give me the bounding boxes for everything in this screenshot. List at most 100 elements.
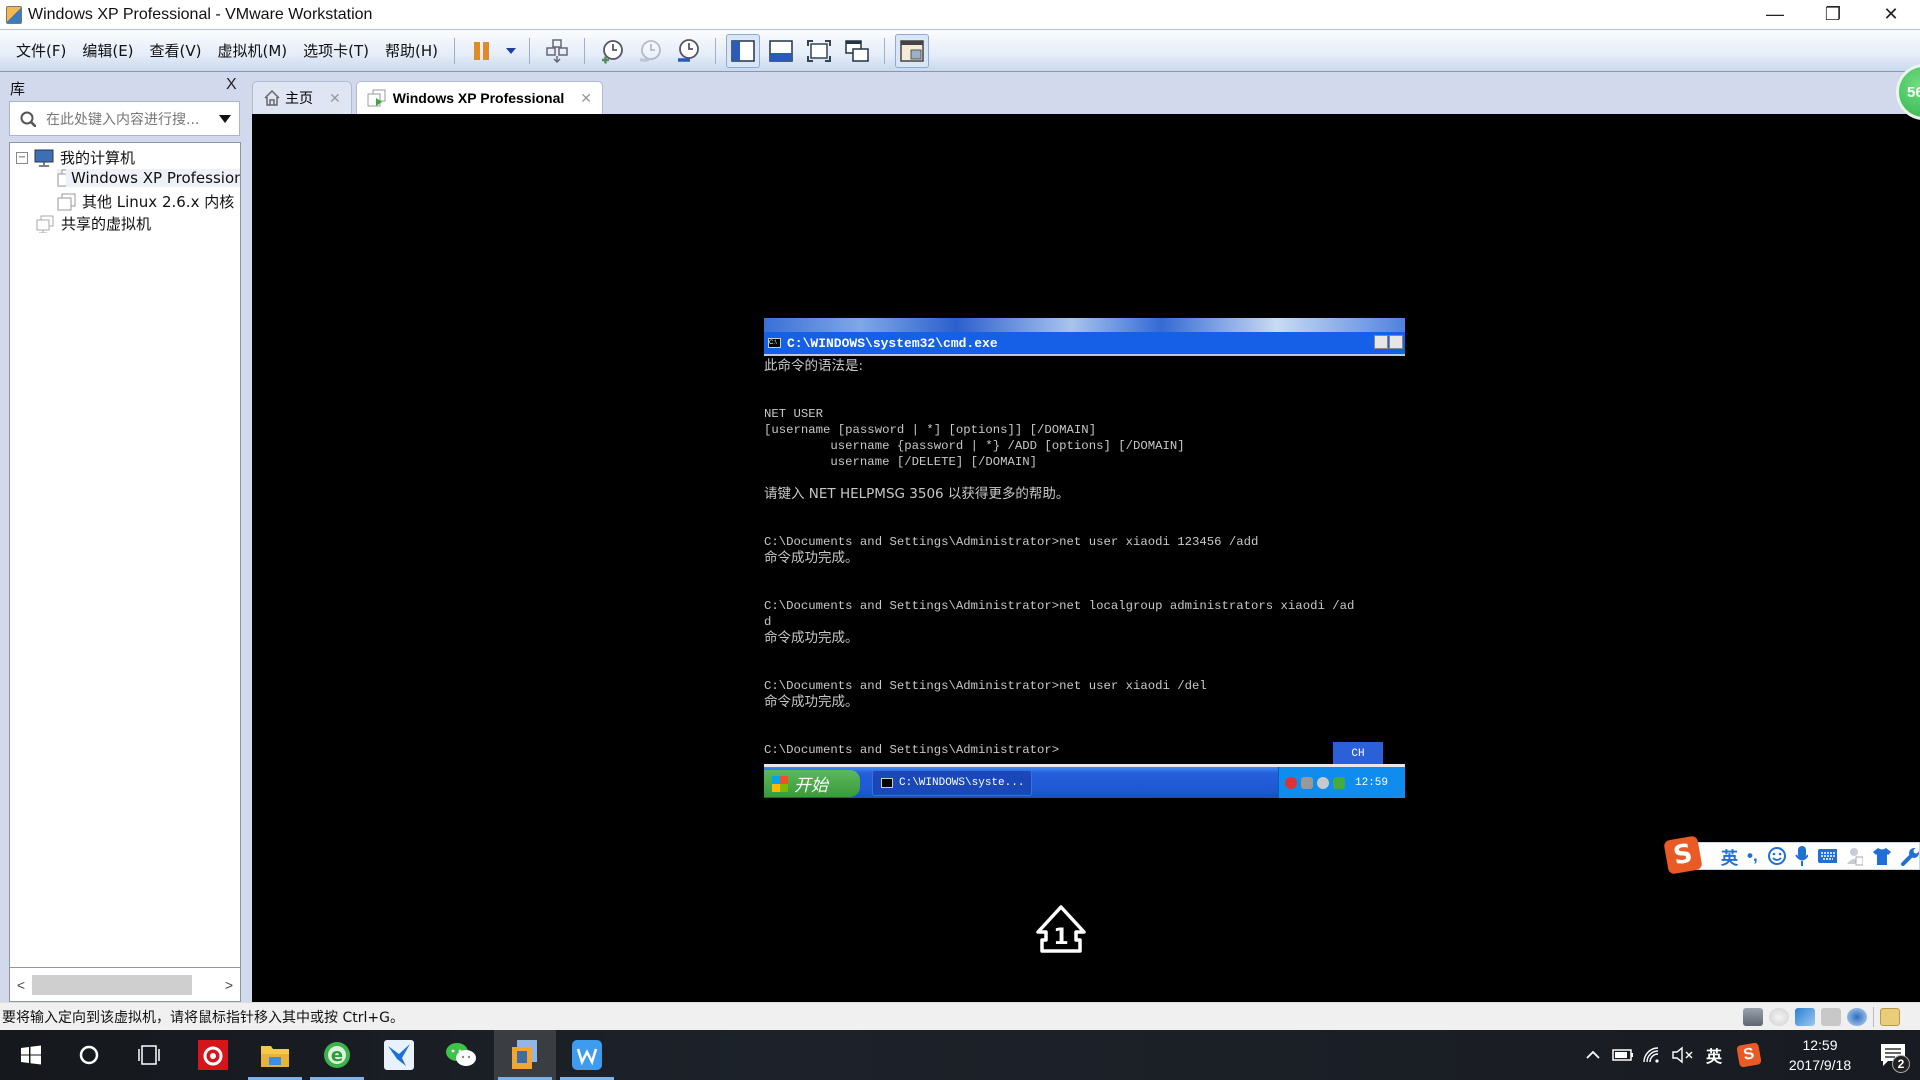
- status-message: 要将输入定向到该虚拟机，请将鼠标指针移入其中或按 Ctrl+G。: [2, 1009, 404, 1026]
- library-horizontal-scrollbar[interactable]: < >: [9, 967, 241, 1002]
- restore-button[interactable]: ❐: [1804, 0, 1862, 29]
- snapshot-revert-icon: [640, 39, 661, 61]
- ime-punctuation[interactable]: •,: [1747, 846, 1758, 866]
- security-alert-icon[interactable]: [1285, 776, 1297, 789]
- keyboard-icon[interactable]: [1817, 848, 1838, 864]
- cmd-minimize-button[interactable]: [1374, 335, 1388, 349]
- send-ctrl-alt-del-button[interactable]: [540, 34, 574, 68]
- tab-close-icon[interactable]: ✕: [329, 90, 341, 107]
- notes-icon[interactable]: [1880, 1008, 1900, 1026]
- vmware-tools-icon[interactable]: [1301, 776, 1313, 789]
- revert-snapshot-button[interactable]: [633, 34, 667, 68]
- window-title-bar: Windows XP Professional - VMware Worksta…: [0, 0, 1920, 29]
- cd-dvd-icon[interactable]: [1769, 1008, 1789, 1026]
- menu-edit[interactable]: 编辑(E): [74, 40, 141, 61]
- tab-home[interactable]: 主页 ✕: [252, 81, 352, 114]
- input-language-indicator[interactable]: 英: [1698, 1043, 1730, 1067]
- menu-view[interactable]: 查看(V): [142, 40, 210, 61]
- pause-button[interactable]: [465, 34, 499, 68]
- wps-icon: [572, 1040, 602, 1070]
- unity-button[interactable]: [840, 34, 874, 68]
- menu-help[interactable]: 帮助(H): [377, 40, 446, 61]
- volume-icon[interactable]: [1317, 776, 1329, 789]
- emoji-icon[interactable]: [1767, 846, 1786, 866]
- cmd-maximize-button[interactable]: [1389, 335, 1403, 349]
- sogou-ime-toolbar[interactable]: 英 •, S: [1663, 835, 1920, 875]
- network-adapter-icon[interactable]: [1795, 1008, 1815, 1026]
- sound-card-icon[interactable]: [1847, 1008, 1867, 1026]
- taskbar-wps[interactable]: [556, 1030, 618, 1080]
- taskbar-wechat[interactable]: [430, 1030, 492, 1080]
- sogou-logo-icon[interactable]: S: [1663, 835, 1703, 875]
- network-icon[interactable]: [1333, 776, 1345, 789]
- console-line: C:\Documents and Settings\Administrator>…: [764, 679, 1207, 693]
- show-thumbnail-bar-button[interactable]: [764, 34, 798, 68]
- action-center-button[interactable]: 2: [1874, 1035, 1914, 1075]
- taskbar-file-explorer[interactable]: [244, 1030, 306, 1080]
- vmware-app-icon: [6, 5, 22, 24]
- guest-start-button[interactable]: 开始: [764, 770, 860, 797]
- fullscreen-button[interactable]: [802, 34, 836, 68]
- guest-ime-indicator[interactable]: CH: [1333, 742, 1383, 766]
- cortana-button[interactable]: [58, 1030, 120, 1080]
- menu-toolbar: 文件(F) 编辑(E) 查看(V) 虚拟机(M) 选项卡(T) 帮助(H): [0, 29, 1920, 72]
- taskbar-xunlei[interactable]: [368, 1030, 430, 1080]
- console-view-button[interactable]: [895, 33, 930, 68]
- tree-item-vm-linux[interactable]: 其他 Linux 2.6.x 内核 64 位: [57, 191, 240, 212]
- search-dropdown-icon[interactable]: [219, 114, 231, 123]
- guest-desktop[interactable]: C:\ C:\WINDOWS\system32\cmd.exe 此命令的语法是:…: [764, 318, 1405, 798]
- tree-item-shared-vms[interactable]: 共享的虚拟机: [36, 213, 151, 234]
- taskbar-vmware[interactable]: [494, 1030, 556, 1080]
- tab-vm-winxp[interactable]: Windows XP Professional ✕: [355, 81, 604, 114]
- wifi-icon[interactable]: [1638, 1044, 1668, 1066]
- tab-close-icon[interactable]: ✕: [580, 90, 592, 107]
- scroll-left-arrow[interactable]: <: [10, 977, 32, 993]
- taskbar-360-browser[interactable]: e: [306, 1030, 368, 1080]
- guest-task-cmd[interactable]: C:\WINDOWS\syste...: [872, 770, 1032, 796]
- console-line: C:\Documents and Settings\Administrator>…: [764, 535, 1259, 549]
- cmd-icon: [881, 778, 893, 788]
- scroll-thumb[interactable]: [32, 974, 192, 995]
- vm-running-icon: [57, 169, 67, 187]
- tree-item-vm-winxp[interactable]: Windows XP Professional: [57, 169, 240, 187]
- show-library-button[interactable]: [726, 33, 761, 68]
- library-close-button[interactable]: X: [226, 76, 237, 94]
- power-dropdown-button[interactable]: [503, 34, 519, 68]
- user-icon[interactable]: [1846, 846, 1864, 866]
- tree-item-my-computer[interactable]: − 我的计算机: [16, 147, 135, 168]
- printer-icon[interactable]: [1821, 1008, 1841, 1026]
- hard-disk-icon[interactable]: [1743, 1008, 1763, 1026]
- volume-muted-icon[interactable]: [1668, 1045, 1698, 1065]
- show-hidden-icons-chevron-icon[interactable]: [1578, 1045, 1608, 1065]
- minimize-button[interactable]: —: [1746, 0, 1804, 29]
- settings-wrench-icon[interactable]: [1900, 846, 1919, 866]
- menu-file[interactable]: 文件(F): [8, 40, 74, 61]
- menu-tabs[interactable]: 选项卡(T): [295, 40, 377, 61]
- ime-mode[interactable]: 英: [1721, 844, 1738, 869]
- sogou-tray-icon[interactable]: S: [1736, 1042, 1762, 1068]
- home-icon: [264, 89, 280, 106]
- task-view-button[interactable]: [118, 1030, 180, 1080]
- close-button[interactable]: ✕: [1862, 0, 1920, 29]
- take-snapshot-button[interactable]: [595, 34, 629, 68]
- start-button[interactable]: [0, 1030, 62, 1080]
- cmd-title-bar[interactable]: C:\ C:\WINDOWS\system32\cmd.exe: [764, 332, 1405, 356]
- guest-clock: 12:59: [1355, 776, 1389, 789]
- skin-shirt-icon[interactable]: [1872, 846, 1892, 866]
- taskbar-netease-music[interactable]: [182, 1030, 244, 1080]
- battery-icon[interactable]: [1608, 1045, 1638, 1065]
- cmd-console-output[interactable]: 此命令的语法是: NET USER [username [password | *]…: [764, 358, 1405, 758]
- scroll-right-arrow[interactable]: >: [218, 977, 240, 993]
- console-line: username {password | *} /ADD [options] […: [764, 439, 1185, 453]
- microphone-icon[interactable]: [1794, 845, 1808, 867]
- window-title: Windows XP Professional - VMware Worksta…: [28, 5, 373, 23]
- snapshot-manager-button[interactable]: [671, 34, 705, 68]
- collapse-icon[interactable]: −: [16, 151, 28, 164]
- menu-vm[interactable]: 虚拟机(M): [210, 40, 296, 61]
- library-search-input[interactable]: 在此处键入内容进行搜...: [9, 101, 240, 136]
- system-clock[interactable]: 12:59 2017/9/18: [1774, 1035, 1866, 1075]
